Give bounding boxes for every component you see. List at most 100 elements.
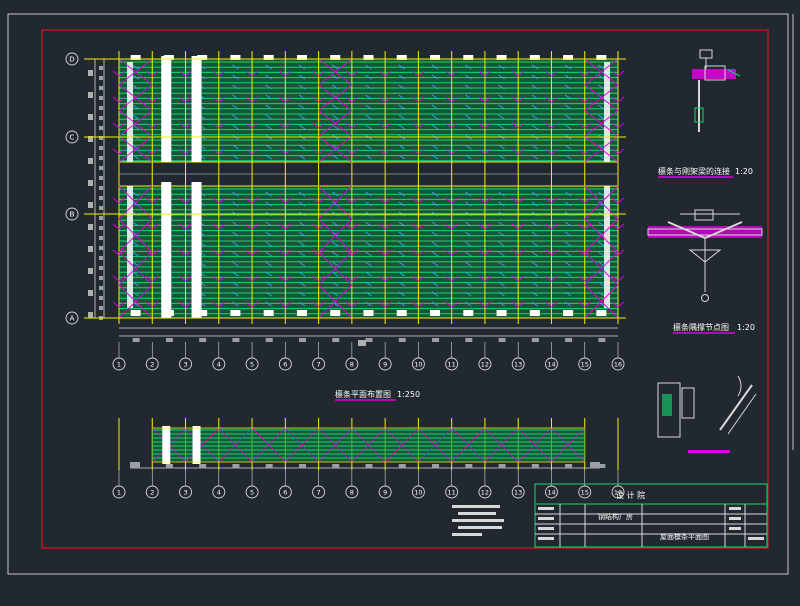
dimension-tick [99,256,103,260]
column-axis-label: 9 [383,361,387,369]
purlin-end-mark [496,310,507,316]
dimension-text [199,338,207,342]
row-axis-label: C [70,134,75,142]
lower-dimension-text [590,462,600,468]
dimension-tick [99,226,103,230]
title-block-cell-text [538,517,554,520]
lower-dimension-text [232,464,240,468]
dimension-text [132,338,140,342]
dimension-tick [99,236,103,240]
dimension-tick [99,126,103,130]
dimension-tick [99,86,103,90]
detail2-purlin [648,226,762,238]
detail1-scale: 1:20 [735,167,753,176]
title-block-cell-text [729,527,741,530]
lower-axis-label: 12 [481,489,489,497]
dimension-tick [99,266,103,270]
column-axis-label: 2 [150,361,154,369]
small-detail-fill [662,394,672,416]
dimension-text [88,180,93,186]
dimension-tick [99,246,103,250]
cad-drawing-viewport[interactable]: DCBA 1 2 3 4 5 6 7 8 9 10 11 12 13 14 15 16 1 2 3 4 5 6 7 8 9 10… [0,0,800,602]
skylight-strip [191,182,202,318]
dimension-tick [99,166,103,170]
column-axis-label: 5 [250,361,254,369]
purlin-end-mark [197,310,208,316]
purlin-end-mark [330,310,341,316]
dimension-text [88,246,93,252]
lower-axis-label: 3 [183,489,187,497]
purlin-end-mark [529,310,540,316]
title-block-cell-text [538,527,554,530]
lower-axis-label: 11 [448,489,456,497]
title-block-cell-text [729,507,741,510]
lower-dimension-text [365,464,373,468]
lower-axis-label: 4 [217,489,221,497]
dimension-text [88,70,93,76]
column-axis-label: 8 [350,361,354,369]
lower-dimension-text [130,462,140,468]
lower-axis-label: 2 [150,489,154,497]
lower-dimension-text [265,464,273,468]
row-axis-label: A [70,315,75,323]
dimension-text [88,202,93,208]
lower-axis-label: 14 [547,489,555,497]
row-axis-label: D [69,56,74,64]
title-block-header: 设 计 院 [616,490,645,500]
dimension-text [88,224,93,230]
dimension-text [298,338,306,342]
dimension-tick [99,156,103,160]
lower-axis-label: 10 [414,489,422,497]
purlin-end-mark [263,310,274,316]
dimension-tick [99,306,103,310]
dimension-tick [99,276,103,280]
dimension-text [232,338,240,342]
dimension-tick [99,186,103,190]
title-block-cell-text [729,517,741,520]
lower-dimension-text [199,464,207,468]
dimension-tick [99,206,103,210]
main-plan-scale: 1:250 [397,390,420,399]
lower-dimension-text [432,464,440,468]
column-axis-label: 15 [581,361,589,369]
purlin-end-mark [130,310,141,316]
lower-dimension-text [465,464,473,468]
purlin-end-mark [230,310,241,316]
title-block-cell-text [538,537,554,540]
detail2-title: 檩条隅撑节点图 [673,322,729,332]
dimension-text [531,338,539,342]
edge-strip [127,186,133,308]
lower-dimension-text [332,464,340,468]
lower-axis-label: 5 [250,489,254,497]
dimension-tick [99,76,103,80]
lower-skylight-strip [192,426,201,464]
dimension-tick [99,106,103,110]
dimension-text [88,268,93,274]
dimension-text [398,338,406,342]
dimension-text [88,158,93,164]
note-line [452,519,504,522]
lower-axis-label: 13 [514,489,522,497]
dimension-tick [99,176,103,180]
column-axis-label: 7 [317,361,321,369]
column-axis-label: 13 [514,361,522,369]
column-axis-label: 12 [481,361,489,369]
dimension-tick [99,296,103,300]
dimension-text [265,338,273,342]
lower-axis-label: 8 [350,489,354,497]
column-axis-label: 10 [414,361,422,369]
detail2-scale: 1:20 [737,323,755,332]
column-axis-label: 6 [283,361,287,369]
dimension-tick [99,196,103,200]
skylight-strip [161,56,172,162]
column-axis-label: 1 [117,361,121,369]
dimension-text [332,338,340,342]
skylight-strip [191,56,202,162]
column-axis-label: 11 [448,361,456,369]
row-axis-label: B [70,211,75,219]
dimension-tick [99,146,103,150]
edge-strip [127,62,133,162]
lower-dimension-text [531,464,539,468]
lower-axis-label: 7 [317,489,321,497]
purlin-end-mark [596,310,607,316]
